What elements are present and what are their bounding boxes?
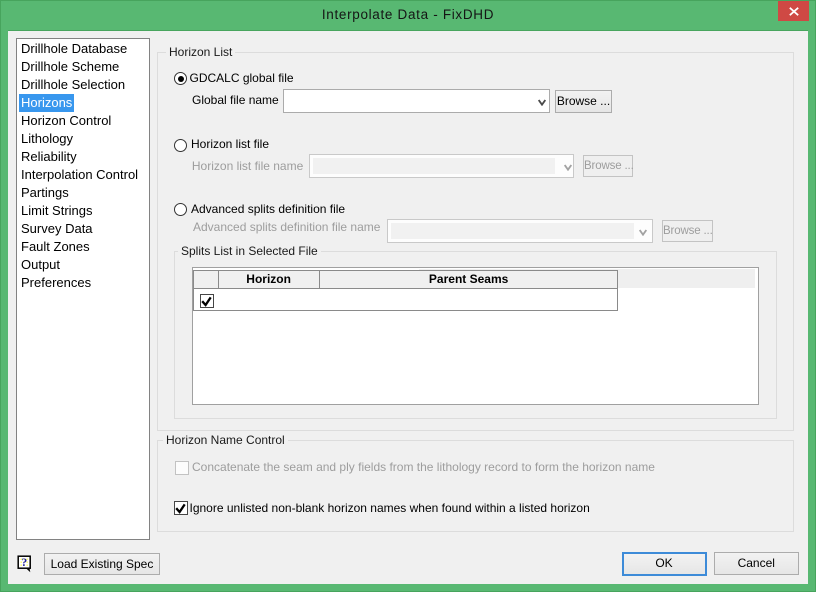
svg-text:?: ? bbox=[21, 555, 27, 569]
